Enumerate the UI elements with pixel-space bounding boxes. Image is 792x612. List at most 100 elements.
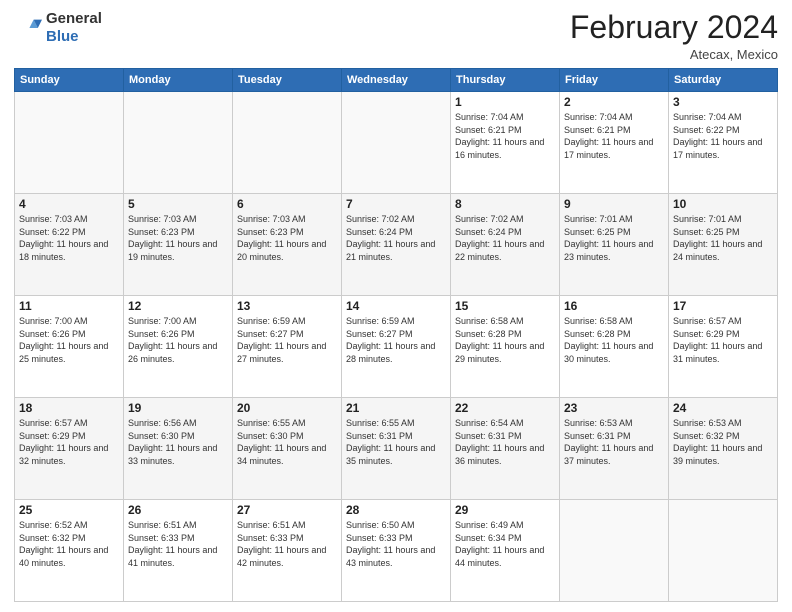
table-row: 4 Sunrise: 7:03 AMSunset: 6:22 PMDaylight…	[15, 194, 124, 296]
day-number: 28	[346, 503, 446, 517]
day-number: 2	[564, 95, 664, 109]
table-row: 24 Sunrise: 6:53 AMSunset: 6:32 PMDayligh…	[669, 398, 778, 500]
month-title: February 2024	[570, 10, 778, 45]
table-row: 25 Sunrise: 6:52 AMSunset: 6:32 PMDayligh…	[15, 500, 124, 602]
day-info: Sunrise: 7:01 AMSunset: 6:25 PMDaylight:…	[673, 213, 773, 263]
title-block: February 2024 Atecax, Mexico	[570, 10, 778, 62]
col-sunday: Sunday	[15, 69, 124, 92]
table-row: 27Sunrise: 6:51 AMSunset: 6:33 PMDayligh…	[233, 500, 342, 602]
day-info: Sunrise: 6:58 AMSunset: 6:28 PMDaylight:…	[455, 315, 555, 365]
day-info: Sunrise: 6:54 AMSunset: 6:31 PMDaylight:…	[455, 417, 555, 467]
day-info: Sunrise: 6:57 AMSunset: 6:29 PMDaylight:…	[673, 315, 773, 365]
table-row: 6 Sunrise: 7:03 AMSunset: 6:23 PMDaylight…	[233, 194, 342, 296]
table-row: 14Sunrise: 6:59 AMSunset: 6:27 PMDayligh…	[342, 296, 451, 398]
day-number: 23	[564, 401, 664, 415]
table-row: 9 Sunrise: 7:01 AMSunset: 6:25 PMDaylight…	[560, 194, 669, 296]
day-number: 25	[19, 503, 119, 517]
day-number: 15	[455, 299, 555, 313]
table-row: 13 Sunrise: 6:59 AMSunset: 6:27 PMDayligh…	[233, 296, 342, 398]
day-info: Sunrise: 6:51 AMSunset: 6:33 PMDaylight:…	[128, 519, 228, 569]
table-row: 20Sunrise: 6:55 AMSunset: 6:30 PMDayligh…	[233, 398, 342, 500]
day-number: 17	[673, 299, 773, 313]
day-number: 19	[128, 401, 228, 415]
col-wednesday: Wednesday	[342, 69, 451, 92]
col-friday: Friday	[560, 69, 669, 92]
day-number: 8	[455, 197, 555, 211]
day-number: 13	[237, 299, 337, 313]
day-info: Sunrise: 6:53 AMSunset: 6:32 PMDaylight:…	[673, 417, 773, 467]
day-info: Sunrise: 7:04 AMSunset: 6:21 PMDaylight:…	[564, 111, 664, 161]
day-info: Sunrise: 7:02 AMSunset: 6:24 PMDaylight:…	[346, 213, 446, 263]
day-number: 9	[564, 197, 664, 211]
day-number: 1	[455, 95, 555, 109]
logo-icon	[14, 14, 42, 42]
day-info: Sunrise: 6:51 AMSunset: 6:33 PMDaylight:…	[237, 519, 337, 569]
table-row: 15 Sunrise: 6:58 AMSunset: 6:28 PMDayligh…	[451, 296, 560, 398]
day-info: Sunrise: 6:55 AMSunset: 6:30 PMDaylight:…	[237, 417, 337, 467]
calendar-header-row: Sunday Monday Tuesday Wednesday Thursday…	[15, 69, 778, 92]
day-number: 5	[128, 197, 228, 211]
day-info: Sunrise: 6:59 AMSunset: 6:27 PMDaylight:…	[237, 315, 337, 365]
day-info: Sunrise: 7:03 AMSunset: 6:23 PMDaylight:…	[128, 213, 228, 263]
calendar-week-row: 18 Sunrise: 6:57 AMSunset: 6:29 PMDayligh…	[15, 398, 778, 500]
table-row	[15, 92, 124, 194]
table-row	[124, 92, 233, 194]
table-row: 16Sunrise: 6:58 AMSunset: 6:28 PMDayligh…	[560, 296, 669, 398]
table-row: 22 Sunrise: 6:54 AMSunset: 6:31 PMDayligh…	[451, 398, 560, 500]
table-row: 17 Sunrise: 6:57 AMSunset: 6:29 PMDayligh…	[669, 296, 778, 398]
col-tuesday: Tuesday	[233, 69, 342, 92]
location-subtitle: Atecax, Mexico	[570, 47, 778, 62]
day-info: Sunrise: 6:55 AMSunset: 6:31 PMDaylight:…	[346, 417, 446, 467]
day-number: 10	[673, 197, 773, 211]
table-row: 23 Sunrise: 6:53 AMSunset: 6:31 PMDayligh…	[560, 398, 669, 500]
day-info: Sunrise: 7:03 AMSunset: 6:22 PMDaylight:…	[19, 213, 119, 263]
day-number: 11	[19, 299, 119, 313]
day-info: Sunrise: 6:53 AMSunset: 6:31 PMDaylight:…	[564, 417, 664, 467]
table-row	[560, 500, 669, 602]
calendar-week-row: 25 Sunrise: 6:52 AMSunset: 6:32 PMDayligh…	[15, 500, 778, 602]
col-monday: Monday	[124, 69, 233, 92]
day-number: 24	[673, 401, 773, 415]
col-thursday: Thursday	[451, 69, 560, 92]
table-row: 28 Sunrise: 6:50 AMSunset: 6:33 PMDayligh…	[342, 500, 451, 602]
table-row: 29Sunrise: 6:49 AMSunset: 6:34 PMDayligh…	[451, 500, 560, 602]
table-row: 26Sunrise: 6:51 AMSunset: 6:33 PMDayligh…	[124, 500, 233, 602]
table-row: 7Sunrise: 7:02 AMSunset: 6:24 PMDaylight…	[342, 194, 451, 296]
calendar-week-row: 4 Sunrise: 7:03 AMSunset: 6:22 PMDaylight…	[15, 194, 778, 296]
table-row	[233, 92, 342, 194]
day-info: Sunrise: 6:56 AMSunset: 6:30 PMDaylight:…	[128, 417, 228, 467]
table-row: 11 Sunrise: 7:00 AMSunset: 6:26 PMDayligh…	[15, 296, 124, 398]
page: General Blue February 2024 Atecax, Mexic…	[0, 0, 792, 612]
day-number: 21	[346, 401, 446, 415]
day-number: 6	[237, 197, 337, 211]
day-info: Sunrise: 7:00 AMSunset: 6:26 PMDaylight:…	[19, 315, 119, 365]
day-number: 18	[19, 401, 119, 415]
table-row	[669, 500, 778, 602]
day-info: Sunrise: 7:04 AMSunset: 6:22 PMDaylight:…	[673, 111, 773, 161]
day-info: Sunrise: 7:00 AMSunset: 6:26 PMDaylight:…	[128, 315, 228, 365]
table-row: 3 Sunrise: 7:04 AMSunset: 6:22 PMDaylight…	[669, 92, 778, 194]
day-info: Sunrise: 7:03 AMSunset: 6:23 PMDaylight:…	[237, 213, 337, 263]
day-number: 22	[455, 401, 555, 415]
day-info: Sunrise: 6:57 AMSunset: 6:29 PMDaylight:…	[19, 417, 119, 467]
logo: General Blue	[14, 10, 102, 46]
logo-text: General Blue	[46, 10, 102, 46]
header: General Blue February 2024 Atecax, Mexic…	[14, 10, 778, 62]
table-row: 10 Sunrise: 7:01 AMSunset: 6:25 PMDayligh…	[669, 194, 778, 296]
calendar-week-row: 11 Sunrise: 7:00 AMSunset: 6:26 PMDayligh…	[15, 296, 778, 398]
day-info: Sunrise: 6:49 AMSunset: 6:34 PMDaylight:…	[455, 519, 555, 569]
day-info: Sunrise: 6:52 AMSunset: 6:32 PMDaylight:…	[19, 519, 119, 569]
table-row	[342, 92, 451, 194]
day-number: 3	[673, 95, 773, 109]
calendar-week-row: 1 Sunrise: 7:04 AMSunset: 6:21 PMDaylight…	[15, 92, 778, 194]
day-info: Sunrise: 7:01 AMSunset: 6:25 PMDaylight:…	[564, 213, 664, 263]
day-number: 16	[564, 299, 664, 313]
day-info: Sunrise: 6:50 AMSunset: 6:33 PMDaylight:…	[346, 519, 446, 569]
col-saturday: Saturday	[669, 69, 778, 92]
day-number: 14	[346, 299, 446, 313]
logo-blue-text: Blue	[46, 28, 79, 45]
day-number: 4	[19, 197, 119, 211]
calendar-table: Sunday Monday Tuesday Wednesday Thursday…	[14, 68, 778, 602]
table-row: 1Sunrise: 7:04 AMSunset: 6:21 PMDaylight…	[451, 92, 560, 194]
table-row: 12Sunrise: 7:00 AMSunset: 6:26 PMDayligh…	[124, 296, 233, 398]
